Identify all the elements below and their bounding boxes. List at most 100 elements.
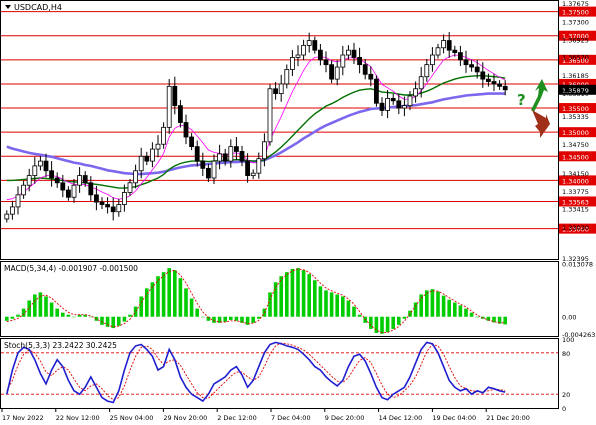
price-axis-label: 1.37300 [562,18,589,26]
candle-body [418,76,424,90]
candle-body [312,40,318,51]
candle-body [15,194,21,208]
candle-body [77,175,82,186]
macd-label: MACD(5,34,4) -0.001907 -0.001500 [4,264,138,273]
macd-bar [352,306,356,317]
macd-bar [167,268,171,317]
candle-body [368,73,374,80]
candle-body [105,204,110,208]
candle-body [340,54,346,68]
candle-body [424,64,430,78]
candle-body [256,158,262,174]
candle-body [127,182,133,193]
candle-body [407,95,413,107]
stoch-axis-label: 20 [562,391,570,399]
candle-body [138,155,144,172]
macd-bar [469,312,474,317]
macd-bar [290,268,295,317]
candle-body [239,151,245,162]
stoch-axis-label: 0 [562,405,566,413]
candle-body [329,64,335,80]
macd-bar [5,316,9,321]
candle-body [177,105,183,123]
macd-bar [178,278,183,317]
candle-body [452,49,458,54]
macd-bar [285,272,289,317]
macd-bar [117,316,121,326]
candle-body [284,69,290,85]
macd-bar [212,316,216,323]
macd-bar [341,296,345,317]
candle-body [21,184,27,196]
macd-bar [307,274,311,317]
question-mark-icon: ? [517,91,526,109]
macd-bar [503,316,507,325]
price-axis-label: 1.34150 [562,170,589,178]
candle-body [9,206,15,215]
macd-bar [447,299,451,317]
candle-body [413,88,419,97]
candle-body [351,49,357,58]
candle-body [66,189,71,198]
time-axis-label: 19 Dec 04:00 [432,414,476,422]
candle-body [43,160,49,172]
macd-bar [458,305,463,317]
macd-bar [66,314,71,317]
candle-body [88,182,94,196]
macd-bar [296,268,300,317]
price-axis-label: 1.33775 [562,188,589,196]
candle-body [161,126,167,145]
price-axis-label: 1.36570 [562,53,589,61]
candle-body [211,160,217,179]
candle-body [228,146,234,162]
candle-body [133,170,139,184]
macd-bar [391,316,395,329]
level-label: 1.35500 [562,105,589,113]
candle-body [491,81,497,85]
level-label: 1.34000 [562,177,589,185]
candle-body [295,54,301,58]
symbol-title: USDCAD,H4 [14,3,62,12]
candle-body [480,71,486,80]
candle-body [250,172,256,176]
macd-bar [313,280,317,317]
time-axis-label: 22 Nov 12:00 [56,414,100,422]
candle-body [122,192,127,205]
macd-bar [133,306,138,317]
candle-body [334,66,340,80]
macd-axis-label: 0.00 [562,314,576,322]
candle-body [469,64,475,68]
macd-bar [100,316,104,325]
macd-bar [425,290,429,317]
macd-bar [453,302,457,317]
candle-body [317,49,323,61]
price-axis-label: 1.35810 [562,90,589,98]
candle-body [385,98,391,111]
level-label: 1.37500 [562,9,589,17]
time-axis-label: 21 Dec 20:00 [486,414,530,422]
macd-bar [464,308,468,317]
candle-body [345,49,351,56]
candle-body [273,88,279,94]
price-axis-label: 1.37675 [562,0,589,8]
candle-body [233,146,239,152]
macd-bar [413,302,418,317]
macd-bar [301,270,306,317]
candle-body [441,40,447,49]
price-axis-label: 1.34750 [562,141,589,149]
macd-bar [357,314,362,317]
candle-body [82,175,88,184]
candle-body [116,204,122,213]
candle-body [278,83,284,94]
time-axis-label: 17 Nov 2022 [2,414,44,422]
price-axis-label: 1.36185 [562,72,589,80]
price-axis-label: 1.35335 [562,113,589,121]
time-axis-label: 29 Nov 20:00 [163,414,207,422]
macd-bar [380,316,384,334]
time-axis-label: 9 Dec 20:00 [325,414,365,422]
candle-body [110,206,116,213]
candle-body [502,85,508,91]
macd-bar [397,316,401,325]
candle-body [396,100,402,109]
candle-body [149,148,155,162]
